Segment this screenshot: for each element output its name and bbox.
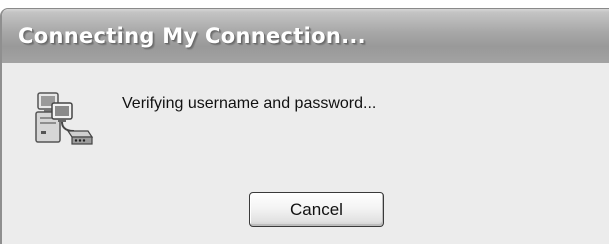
window-title: Connecting My Connection...: [18, 24, 366, 48]
connecting-dialog: Connecting My Connection... Verifying us…: [0, 8, 609, 244]
network-connection-icon: [32, 87, 94, 149]
dialog-body: Verifying username and password... Cance…: [2, 65, 609, 244]
title-bar[interactable]: Connecting My Connection...: [2, 9, 609, 63]
status-message: Verifying username and password...: [122, 95, 377, 112]
cancel-button[interactable]: Cancel: [249, 192, 384, 227]
